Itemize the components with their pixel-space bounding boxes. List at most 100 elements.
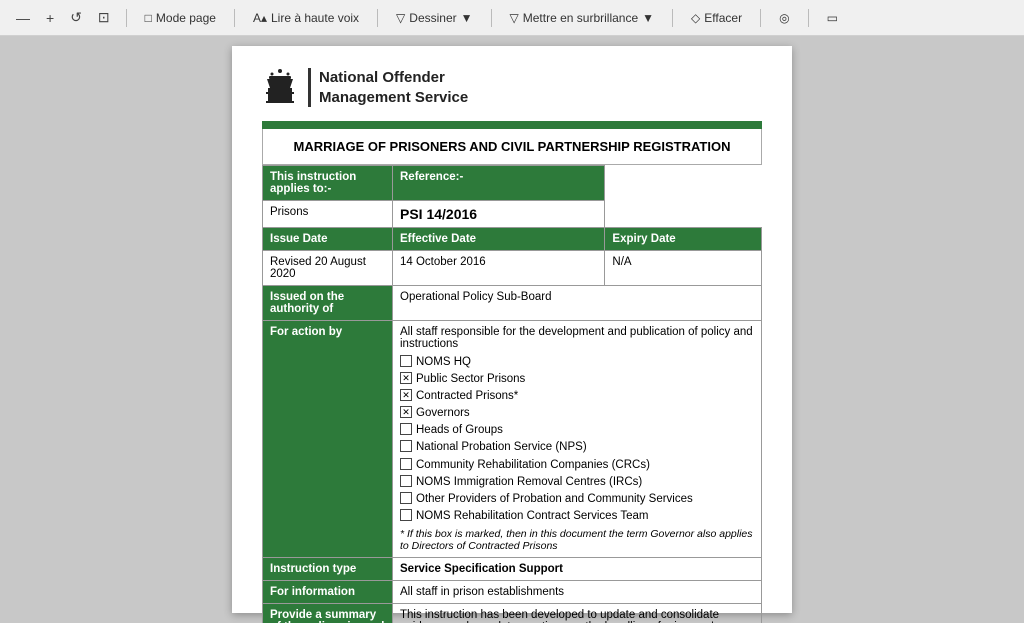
checkbox-label: NOMS Rehabilitation Contract Services Te…	[416, 508, 648, 524]
info-table: This instruction applies to:- Reference:…	[262, 165, 762, 623]
restore-button[interactable]: +	[42, 8, 58, 28]
summary-label: Provide a summary of the policy aim and …	[263, 603, 393, 623]
instruction-type-label: Instruction type	[263, 557, 393, 580]
divider-1	[126, 9, 127, 27]
divider-2	[234, 9, 235, 27]
divider-6	[760, 9, 761, 27]
read-aloud-icon: A▴	[253, 11, 267, 25]
draw-chevron: ▼	[461, 11, 473, 25]
divider-3	[377, 9, 378, 27]
erase-label: Effacer	[704, 11, 742, 25]
unchecked-checkbox	[400, 355, 412, 367]
draw-label: Dessiner	[409, 11, 456, 25]
issued-by-value: Operational Policy Sub-Board	[393, 286, 762, 321]
divider-4	[491, 9, 492, 27]
effective-date-value: 14 October 2016	[393, 251, 605, 286]
extra-btn-2[interactable]: ▭	[821, 9, 844, 27]
checked-checkbox	[400, 389, 412, 401]
checkbox-label: Other Providers of Probation and Communi…	[416, 491, 693, 507]
unchecked-checkbox	[400, 458, 412, 470]
checkbox-list: NOMS HQPublic Sector PrisonsContracted P…	[400, 354, 754, 524]
highlight-chevron: ▼	[642, 11, 654, 25]
erase-icon: ◇	[691, 11, 700, 25]
expiry-date-value: N/A	[605, 251, 762, 286]
checked-checkbox	[400, 372, 412, 384]
mode-page-icon: □	[145, 11, 152, 25]
checkbox-label: Contracted Prisons*	[416, 388, 518, 404]
checkbox-label: NOMS HQ	[416, 354, 471, 370]
read-aloud-button[interactable]: A▴ Lire à haute voix	[247, 9, 365, 27]
highlight-icon: ▽	[510, 11, 519, 25]
summary-value: This instruction has been developed to u…	[393, 603, 762, 623]
for-action-row: For action by All staff responsible for …	[263, 321, 762, 558]
extra-btn-1[interactable]: ◎	[773, 9, 795, 27]
for-information-label: For information	[263, 580, 393, 603]
applies-reference-value-row: Prisons PSI 14/2016	[263, 201, 762, 228]
unchecked-checkbox	[400, 440, 412, 452]
instruction-type-value: Service Specification Support	[393, 557, 762, 580]
checkbox-item: Public Sector Prisons	[400, 371, 754, 387]
checkbox-label: NOMS Immigration Removal Centres (IRCs)	[416, 474, 642, 490]
checkbox-item: Contracted Prisons*	[400, 388, 754, 404]
draw-button[interactable]: ▽ Dessiner ▼	[390, 9, 478, 27]
checkbox-label: Heads of Groups	[416, 422, 503, 438]
erase-button[interactable]: ◇ Effacer	[685, 9, 748, 27]
mode-page-label: Mode page	[156, 11, 216, 25]
page-wrapper: National OffenderManagement Service MARR…	[0, 36, 1024, 623]
expiry-date-label: Expiry Date	[605, 228, 762, 251]
applies-reference-header-row: This instruction applies to:- Reference:…	[263, 166, 762, 201]
issued-by-label: Issued on the authority of	[263, 286, 393, 321]
checkbox-label: Governors	[416, 405, 470, 421]
crown-crest	[262, 66, 298, 106]
read-aloud-label: Lire à haute voix	[271, 11, 359, 25]
doc-title: MARRIAGE OF PRISONERS AND CIVIL PARTNERS…	[294, 139, 731, 154]
fit-page-button[interactable]: ⊡	[94, 7, 114, 28]
unchecked-checkbox	[400, 492, 412, 504]
draw-icon: ▽	[396, 11, 405, 25]
green-header-bar	[262, 121, 762, 129]
summary-row: Provide a summary of the policy aim and …	[263, 603, 762, 623]
checkbox-item: Heads of Groups	[400, 422, 754, 438]
document: National OffenderManagement Service MARR…	[232, 46, 792, 613]
for-action-label: For action by	[263, 321, 393, 558]
checkbox-label: National Probation Service (NPS)	[416, 439, 587, 455]
applies-to-value-cell: Prisons	[263, 201, 393, 228]
instruction-type-row: Instruction type Service Specification S…	[263, 557, 762, 580]
unchecked-checkbox	[400, 509, 412, 521]
checkbox-item: National Probation Service (NPS)	[400, 439, 754, 455]
browser-toolbar: — + ↺ ⊡ □ Mode page A▴ Lire à haute voix…	[0, 0, 1024, 36]
dates-value-row: Revised 20 August 2020 14 October 2016 N…	[263, 251, 762, 286]
checkbox-label: Public Sector Prisons	[416, 371, 525, 387]
issued-by-row: Issued on the authority of Operational P…	[263, 286, 762, 321]
reference-value-cell: PSI 14/2016	[393, 201, 605, 228]
highlight-button[interactable]: ▽ Mettre en surbrillance ▼	[504, 9, 661, 27]
unchecked-checkbox	[400, 475, 412, 487]
for-information-row: For information All staff in prison esta…	[263, 580, 762, 603]
minimize-button[interactable]: —	[12, 8, 34, 28]
checkbox-label: Community Rehabilitation Companies (CRCs…	[416, 457, 650, 473]
unchecked-checkbox	[400, 423, 412, 435]
reference-label-cell: Reference:-	[393, 166, 605, 201]
for-information-value: All staff in prison establishments	[393, 580, 762, 603]
refresh-button[interactable]: ↺	[66, 7, 86, 28]
issue-date-value: Revised 20 August 2020	[263, 251, 393, 286]
title-box: MARRIAGE OF PRISONERS AND CIVIL PARTNERS…	[262, 129, 762, 165]
checkbox-item: Community Rehabilitation Companies (CRCs…	[400, 457, 754, 473]
for-action-content: All staff responsible for the developmen…	[393, 321, 762, 558]
doc-header: National OffenderManagement Service	[262, 66, 762, 107]
checkbox-item: Governors	[400, 405, 754, 421]
effective-date-label: Effective Date	[393, 228, 605, 251]
mode-page-button[interactable]: □ Mode page	[139, 9, 222, 27]
checkbox-item: NOMS Immigration Removal Centres (IRCs)	[400, 474, 754, 490]
divider-7	[808, 9, 809, 27]
dates-header-row: Issue Date Effective Date Expiry Date	[263, 228, 762, 251]
checkbox-footnote: * If this box is marked, then in this do…	[400, 528, 754, 552]
checkbox-item: Other Providers of Probation and Communi…	[400, 491, 754, 507]
checkbox-item: NOMS Rehabilitation Contract Services Te…	[400, 508, 754, 524]
checkbox-item: NOMS HQ	[400, 354, 754, 370]
divider-5	[672, 9, 673, 27]
for-action-intro: All staff responsible for the developmen…	[400, 326, 753, 350]
applies-to-label-cell: This instruction applies to:-	[263, 166, 393, 201]
checked-checkbox	[400, 406, 412, 418]
org-name: National OffenderManagement Service	[308, 68, 468, 107]
